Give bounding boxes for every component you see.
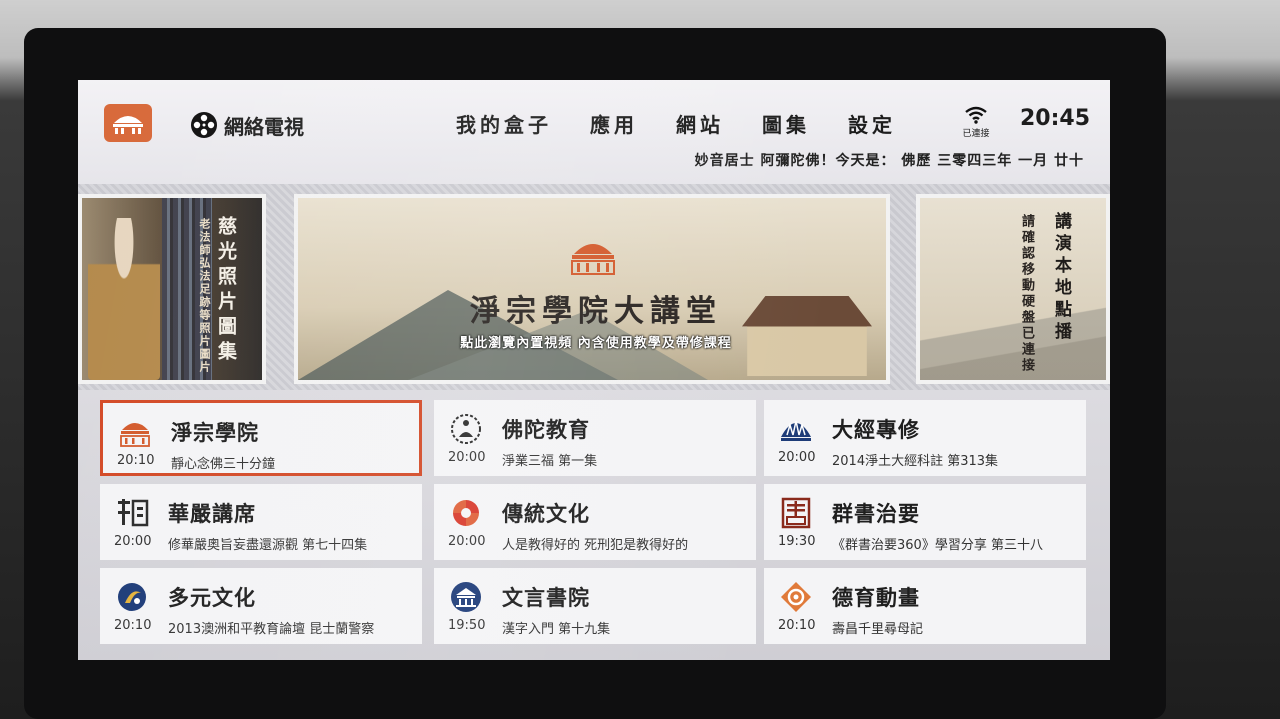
banner-right-subtitle: 請確認移動硬盤已連接 <box>1019 214 1034 374</box>
channel-title: 佛陀教育 <box>502 418 590 442</box>
nav-apps[interactable]: 應用 <box>580 110 648 140</box>
landscape-painting <box>920 300 1106 380</box>
channel-title: 群書治要 <box>832 502 920 526</box>
channel-program: 2013澳洲和平教育論壇 昆士蘭警察 <box>168 622 375 637</box>
channel-time: 20:00 <box>114 534 152 549</box>
channel-program: 淨業三福 第一集 <box>502 454 598 469</box>
channel-program: 壽昌千里尋母記 <box>832 622 924 637</box>
nav-websites[interactable]: 網站 <box>666 110 734 140</box>
channel-time: 19:30 <box>778 534 816 549</box>
globe-icon <box>114 580 150 614</box>
channel-tile-traditional-culture[interactable]: 傳統文化 20:00 人是教得好的 死刑犯是教得好的 <box>434 484 756 560</box>
nav-gallery[interactable]: 圖集 <box>752 110 820 140</box>
banner-local-playback[interactable]: 講演本地點播 請確認移動硬盤已連接 <box>916 194 1110 384</box>
banner-center-subtitle: 點此瀏覽內置視頻 內含使用教學及帶修課程 <box>460 336 732 351</box>
channel-time: 19:50 <box>448 618 486 633</box>
channel-tile-classical-academy[interactable]: 文言書院 19:50 漢字入門 第十九集 <box>434 568 756 644</box>
channel-tile-pureland-academy[interactable]: 淨宗學院 20:10 靜心念佛三十分鐘 <box>100 400 422 476</box>
clock: 20:45 <box>1020 106 1091 131</box>
channel-title: 傳統文化 <box>502 502 590 526</box>
top-bar: 網絡電視 我的盒子 應用 網站 圖集 設定 已連接 20:45 妙音居士 阿彌陀… <box>78 80 1110 184</box>
channel-time: 20:10 <box>114 618 152 633</box>
channel-grid: 淨宗學院 20:10 靜心念佛三十分鐘 佛陀教育 20:00 淨業三福 第一集 <box>78 390 1110 660</box>
iptv-label: 網絡電視 <box>224 114 304 139</box>
channel-title: 華嚴講席 <box>168 502 256 526</box>
banner-strip: 慈光照片圖集 老法師弘法足跡等照片圖片 淨宗學院大講堂 點此瀏覽內置視頻 內含使… <box>78 184 1110 390</box>
channel-tile-qunshu-zhiyao[interactable]: 群書治要 19:30 《群書治要360》學習分享 第三十八 <box>764 484 1086 560</box>
tv-screen: 網絡電視 我的盒子 應用 網站 圖集 設定 已連接 20:45 妙音居士 阿彌陀… <box>78 80 1110 660</box>
amtb-emblem-icon <box>571 244 615 275</box>
amtb-logo-icon <box>104 104 152 142</box>
channel-program: 2014淨土大經科註 第313集 <box>832 454 999 469</box>
channel-program: 《群書治要360》學習分享 第三十八 <box>832 538 1043 553</box>
channel-tile-huayan[interactable]: 華嚴講席 20:00 修華嚴奧旨妄盡還源觀 第七十四集 <box>100 484 422 560</box>
channel-title: 淨宗學院 <box>171 421 259 445</box>
banner-lecture-hall[interactable]: 淨宗學院大講堂 點此瀏覽內置視頻 內含使用教學及帶修課程 <box>294 194 890 384</box>
film-reel-icon <box>191 112 217 138</box>
channel-tile-buddha-education[interactable]: 佛陀教育 20:00 淨業三福 第一集 <box>434 400 756 476</box>
banner-right-title: 講演本地點播 <box>1051 212 1071 344</box>
iptv-button[interactable]: 網絡電視 <box>190 110 304 140</box>
channel-time: 20:00 <box>448 450 486 465</box>
wifi-icon <box>965 106 987 124</box>
greeting-text: 妙音居士 阿彌陀佛！今天是： 佛歷 三零四三年 一月 廿十 <box>694 153 1084 169</box>
channel-title: 大經專修 <box>832 418 920 442</box>
wifi-status: 已連接 <box>958 106 994 142</box>
channel-time: 20:10 <box>778 618 816 633</box>
main-nav: 我的盒子 應用 網站 圖集 設定 <box>446 110 924 140</box>
monk-photo <box>88 218 160 380</box>
channel-program: 修華嚴奧旨妄盡還源觀 第七十四集 <box>168 538 368 553</box>
banner-photo-gallery[interactable]: 慈光照片圖集 老法師弘法足跡等照片圖片 <box>78 194 266 384</box>
nav-my-box[interactable]: 我的盒子 <box>446 110 562 140</box>
banner-center-title: 淨宗學院大講堂 <box>470 294 722 329</box>
channel-title: 文言書院 <box>502 586 590 610</box>
channel-program: 漢字入門 第十九集 <box>502 622 611 637</box>
channel-time: 20:10 <box>117 453 155 468</box>
book-icon <box>778 496 814 530</box>
channel-tile-sutra-study[interactable]: 大經專修 20:00 2014淨土大經科註 第313集 <box>764 400 1086 476</box>
channel-time: 20:00 <box>778 450 816 465</box>
lotus-icon <box>778 412 814 446</box>
channel-program: 人是教得好的 死刑犯是教得好的 <box>502 538 689 553</box>
channel-title: 德育動畫 <box>832 586 920 610</box>
temple-icon <box>448 580 484 614</box>
amtb-icon <box>117 415 153 449</box>
channel-tile-multicultural[interactable]: 多元文化 20:10 2013澳洲和平教育論壇 昆士蘭警察 <box>100 568 422 644</box>
channel-program: 靜心念佛三十分鐘 <box>171 457 276 472</box>
nav-settings[interactable]: 設定 <box>838 110 906 140</box>
banner-left-subtitle: 老法師弘法足跡等照片圖片 <box>198 218 211 374</box>
huayan-icon <box>114 496 150 530</box>
swirl-icon <box>448 496 484 530</box>
channel-tile-moral-animation[interactable]: 德育動畫 20:10 壽昌千里尋母記 <box>764 568 1086 644</box>
meditation-icon <box>448 412 484 446</box>
banner-left-title: 慈光照片圖集 <box>215 216 237 366</box>
channel-title: 多元文化 <box>168 586 256 610</box>
wifi-label: 已連接 <box>962 129 990 139</box>
diamond-icon <box>778 580 814 614</box>
channel-time: 20:00 <box>448 534 486 549</box>
